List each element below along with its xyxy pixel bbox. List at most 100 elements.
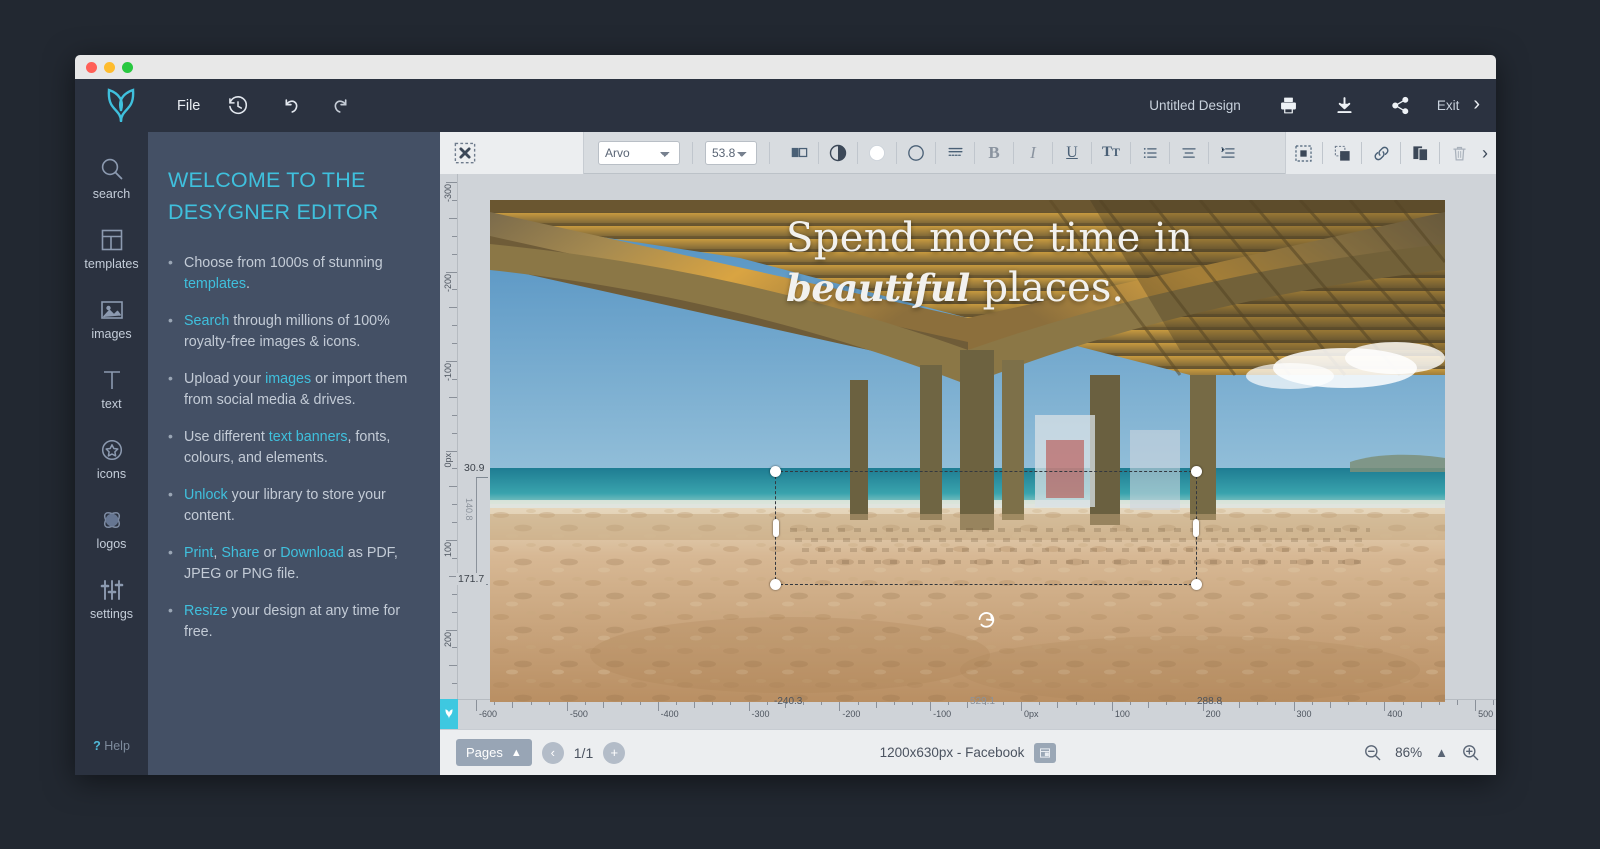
welcome-panel: WELCOME TO THE DESYGNER EDITOR Choose fr… <box>148 132 440 775</box>
text-case-icon[interactable]: TT <box>1094 136 1128 170</box>
resize-handle-middle-right[interactable] <box>1193 519 1199 537</box>
underline-icon[interactable]: U <box>1055 136 1089 170</box>
pages-button[interactable]: Pages ▲ <box>456 739 532 766</box>
selection-status-pane <box>440 131 584 174</box>
redo-icon[interactable] <box>323 89 361 123</box>
link-icon[interactable] <box>1364 136 1398 170</box>
format-toolbar: Arvo 53.8 B I U T T › <box>440 131 1496 174</box>
delete-icon[interactable] <box>1442 136 1476 170</box>
print-icon[interactable] <box>1270 89 1308 123</box>
zoom-level-label[interactable]: 86% <box>1395 745 1422 760</box>
prev-page-button[interactable]: ‹ <box>541 741 564 764</box>
zoom-caret-up-icon[interactable]: ▲ <box>1435 745 1448 760</box>
help-link[interactable]: ? Help <box>75 739 148 753</box>
sidebar-item-text[interactable]: text <box>75 356 148 420</box>
toolbar-divider <box>692 141 693 164</box>
ruler-minor-tick <box>452 235 457 237</box>
welcome-link[interactable]: images <box>265 371 311 387</box>
ruler-minor-tick <box>452 432 457 434</box>
welcome-text: . <box>245 275 250 292</box>
resize-icon[interactable] <box>1034 742 1057 763</box>
resize-handle-top-left[interactable] <box>770 466 781 477</box>
welcome-text: Upload your <box>184 370 266 387</box>
ruler-origin-button[interactable] <box>440 699 458 729</box>
sidebar-item-templates[interactable]: templates <box>75 216 148 280</box>
measure-label-height: 140.8 <box>464 498 474 521</box>
sidebar-item-label: icons <box>96 467 127 481</box>
toolbar-more-icon[interactable]: › <box>1476 143 1494 164</box>
canvas-region[interactable]: -300-200-1000px100200300 -600-500-400-30… <box>440 174 1496 736</box>
italic-icon[interactable]: I <box>1016 136 1050 170</box>
ruler-minor-tick <box>452 611 457 613</box>
zoom-out-icon[interactable] <box>1363 743 1382 762</box>
crop-icon[interactable] <box>1286 136 1320 170</box>
align-icon[interactable] <box>1172 136 1206 170</box>
ruler-label: 200 <box>443 631 453 647</box>
selection-bounding-box[interactable] <box>770 466 1202 628</box>
exit-button[interactable]: Exit <box>1431 98 1466 113</box>
sidebar-item-search[interactable]: search <box>75 146 148 210</box>
chevron-right-icon[interactable]: › <box>1469 93 1488 119</box>
text-box-icon[interactable] <box>782 136 816 170</box>
sidebar-item-icons[interactable]: icons <box>75 426 148 490</box>
ruler-major-tick <box>476 700 477 711</box>
window-close-button[interactable] <box>86 61 97 73</box>
header-right-group: Untitled Design Exit › <box>1149 79 1488 132</box>
resize-handle-bottom-right[interactable] <box>1191 579 1202 590</box>
welcome-text: or <box>259 544 281 561</box>
welcome-link[interactable]: Resize <box>184 603 228 619</box>
ruler-minor-tick <box>452 468 457 470</box>
share-icon[interactable] <box>1382 89 1420 123</box>
history-clock-icon[interactable] <box>219 89 257 123</box>
font-size-select[interactable]: 53.8 <box>705 140 757 165</box>
welcome-link[interactable]: Download <box>280 545 344 561</box>
window-maximize-button[interactable] <box>122 61 133 73</box>
undo-icon[interactable] <box>271 89 309 123</box>
outline-color-icon[interactable] <box>899 136 933 170</box>
ruler-minor-tick <box>449 396 457 398</box>
add-page-button[interactable]: + <box>603 741 626 764</box>
canvas-text-line2: beautiful places. <box>786 265 1193 311</box>
list-icon[interactable] <box>1133 136 1167 170</box>
sidebar-item-images[interactable]: images <box>75 286 148 350</box>
welcome-link[interactable]: templates <box>184 276 246 292</box>
chevron-left-icon: ‹ <box>550 745 555 760</box>
window-minimize-button[interactable] <box>104 61 115 73</box>
ruler-minor-tick <box>1457 700 1458 705</box>
duplicate-icon[interactable] <box>1403 136 1437 170</box>
desygner-logo-icon[interactable] <box>105 87 141 124</box>
deselect-icon[interactable] <box>454 142 476 164</box>
font-family-select[interactable]: Arvo <box>598 140 680 165</box>
templates-icon <box>101 229 122 251</box>
file-menu-button[interactable]: File <box>165 92 212 120</box>
icons-star-icon <box>101 439 122 461</box>
welcome-link[interactable]: Share <box>221 545 259 561</box>
rotate-handle-icon[interactable] <box>975 609 997 631</box>
artboard[interactable]: Spend more time in beautiful places. <box>490 200 1445 702</box>
vertical-ruler[interactable]: -300-200-1000px100200300 <box>440 174 458 736</box>
spacing-icon[interactable] <box>938 136 972 170</box>
text-color-icon[interactable] <box>860 136 894 170</box>
welcome-link[interactable]: Print <box>184 545 213 561</box>
sidebar-item-settings[interactable]: settings <box>75 566 148 630</box>
zoom-in-icon[interactable] <box>1461 743 1480 762</box>
resize-handle-bottom-left[interactable] <box>770 579 781 590</box>
ruler-major-tick <box>446 450 457 452</box>
welcome-link[interactable]: text banners <box>269 429 348 445</box>
contrast-icon[interactable] <box>821 136 855 170</box>
sidebar-item-logos[interactable]: logos <box>75 496 148 560</box>
resize-handle-top-right[interactable] <box>1191 466 1202 477</box>
ruler-minor-tick <box>452 522 457 524</box>
welcome-link[interactable]: Search <box>184 313 229 329</box>
welcome-link[interactable]: Unlock <box>184 487 228 503</box>
arrange-icon[interactable] <box>1325 136 1359 170</box>
document-title[interactable]: Untitled Design <box>1149 98 1241 113</box>
measure-label-left: -240.3 <box>774 696 803 707</box>
download-icon[interactable] <box>1326 89 1364 123</box>
ruler-label: -600 <box>479 709 498 719</box>
resize-handle-middle-left[interactable] <box>773 519 779 537</box>
indent-icon[interactable] <box>1211 136 1245 170</box>
canvas-text-element[interactable]: Spend more time in beautiful places. <box>786 215 1193 311</box>
bold-icon[interactable]: B <box>977 136 1011 170</box>
toolbar-divider <box>1439 142 1440 164</box>
